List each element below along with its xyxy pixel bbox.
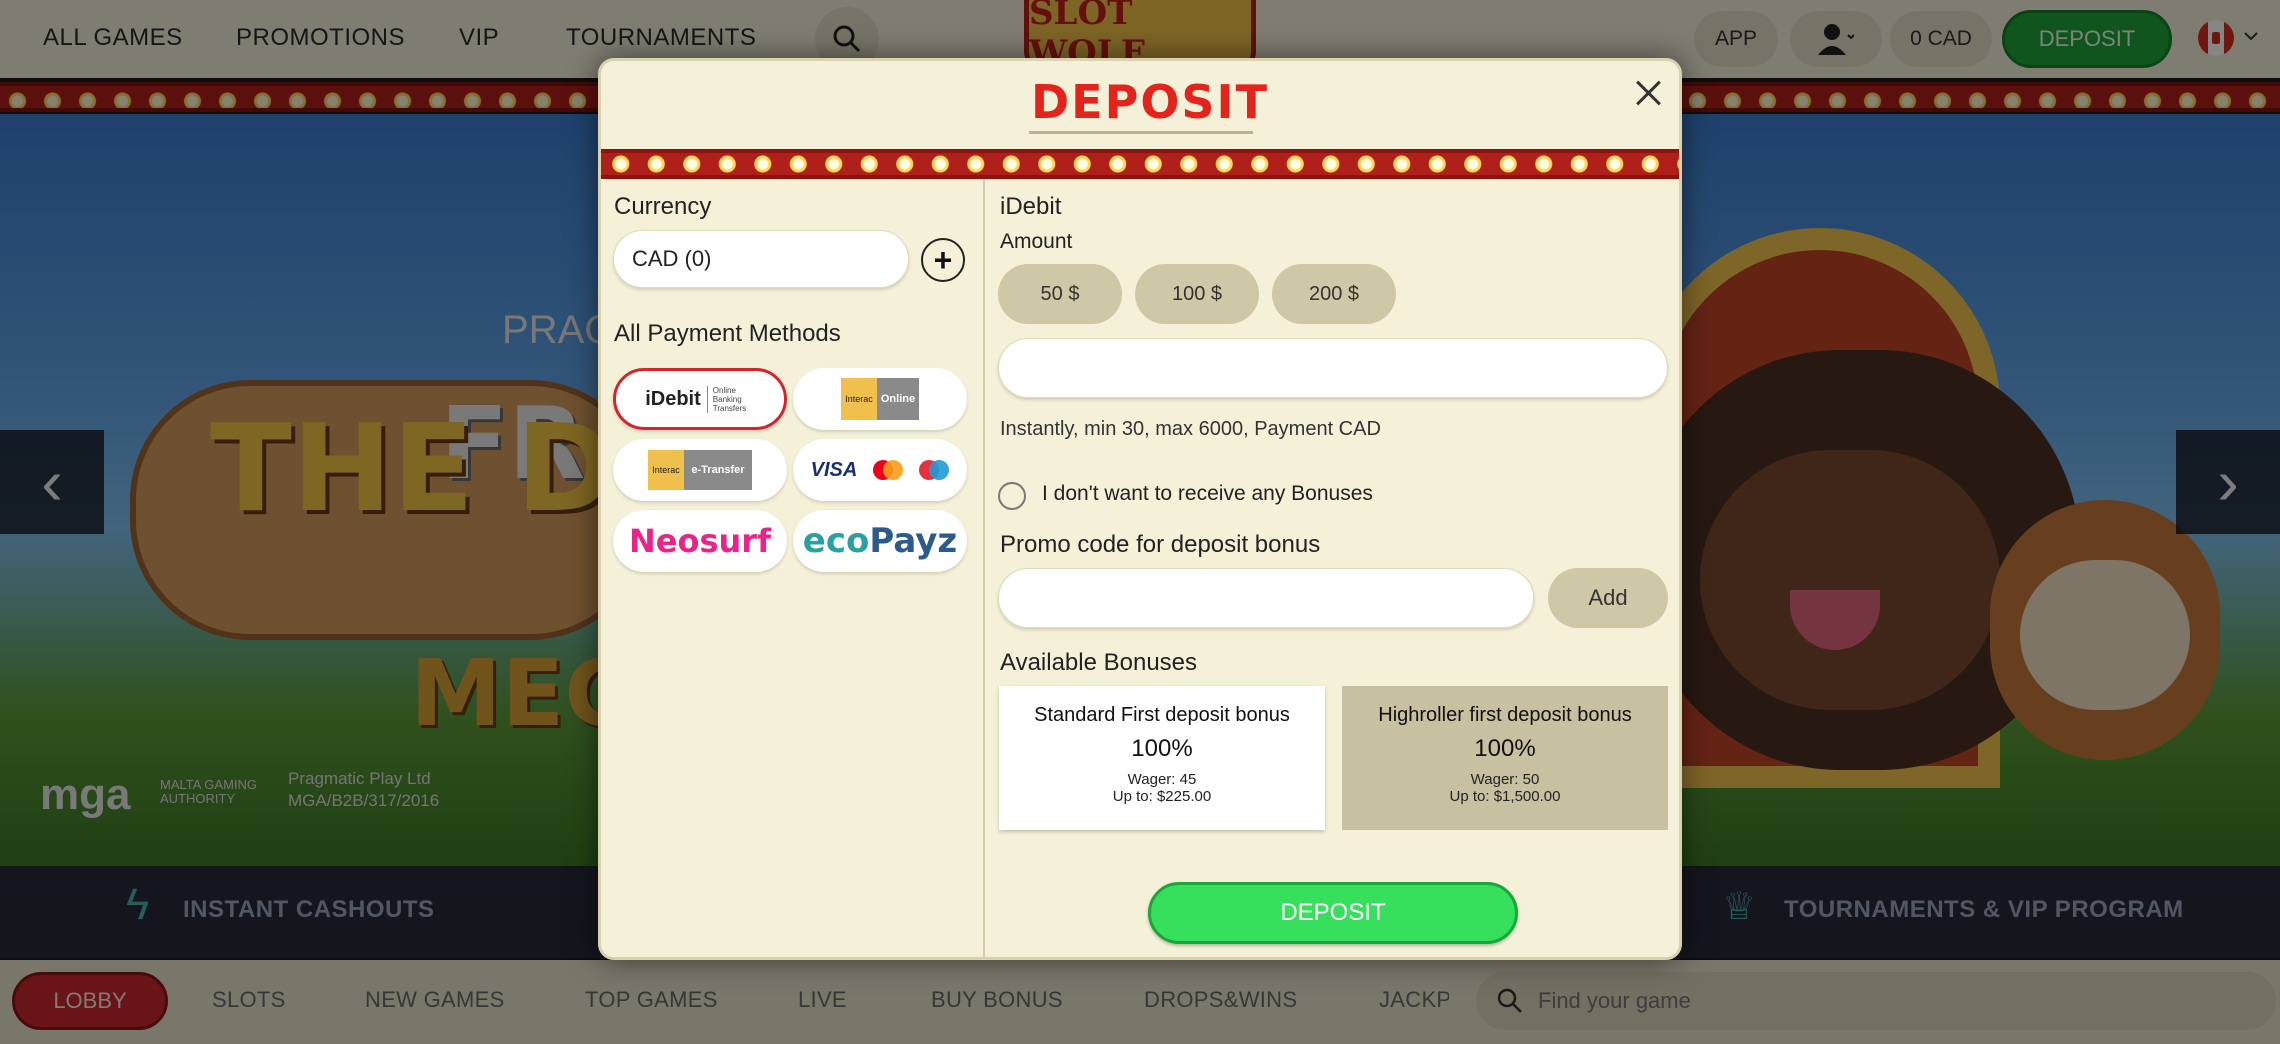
interac-etransfer-logo: Interac e-Transfer	[648, 450, 752, 490]
payment-method-neosurf[interactable]: Neosurf	[613, 510, 787, 572]
deposit-submit-button[interactable]: DEPOSIT	[1148, 882, 1518, 944]
payment-info-text: Instantly, min 30, max 6000, Payment CAD	[1000, 418, 1381, 440]
payment-method-cards[interactable]: VISA	[793, 439, 967, 501]
ecopayz-logo: ecoPayz	[802, 521, 958, 561]
no-bonus-label[interactable]: I don't want to receive any Bonuses	[1042, 482, 1373, 506]
payment-method-ecopayz[interactable]: ecoPayz	[793, 510, 967, 572]
bonus-name: Highroller first deposit bonus	[1378, 704, 1632, 726]
title-underline	[1029, 131, 1253, 134]
payment-method-interac-etransfer[interactable]: Interac e-Transfer	[613, 439, 787, 501]
interac-online-logo: Interac Online	[841, 378, 919, 420]
visa-logo: VISA	[810, 458, 858, 481]
payment-method-interac-online[interactable]: Interac Online	[793, 368, 967, 430]
bonus-card-highroller[interactable]: Highroller first deposit bonus 100% Wage…	[1342, 686, 1668, 830]
modal-title: DEPOSIT	[1031, 75, 1270, 129]
idebit-tagline: Online Banking Transfers	[706, 385, 755, 413]
bonus-percent: 100%	[1131, 735, 1193, 762]
bonus-name: Standard First deposit bonus	[1034, 704, 1290, 726]
currency-select[interactable]: CAD (0)	[613, 230, 909, 288]
add-currency-button[interactable]: +	[921, 238, 965, 282]
close-icon[interactable]	[1631, 77, 1665, 111]
payment-method-idebit[interactable]: iDebit Online Banking Transfers	[613, 368, 787, 430]
available-bonuses-label: Available Bonuses	[1000, 649, 1198, 676]
amount-preset-100[interactable]: 100 $	[1135, 264, 1259, 324]
modal-header: DEPOSIT	[601, 61, 1679, 149]
bonus-max: Up to: $225.00	[1112, 788, 1212, 805]
selected-method-name: iDebit	[1000, 193, 1062, 220]
idebit-logo: iDebit	[645, 387, 701, 410]
currency-label: Currency	[614, 193, 712, 220]
bonus-max: Up to: $1,500.00	[1449, 788, 1561, 805]
modal-marquee-lights	[601, 149, 1679, 179]
neosurf-logo: Neosurf	[629, 522, 771, 560]
promo-code-input[interactable]	[998, 568, 1534, 628]
no-bonus-radio[interactable]	[998, 482, 1026, 510]
bonus-card-standard[interactable]: Standard First deposit bonus 100% Wager:…	[999, 686, 1325, 830]
add-promo-button[interactable]: Add	[1548, 568, 1668, 628]
bonus-wager: Wager: 50	[1470, 771, 1540, 788]
maestro-icon	[919, 460, 950, 480]
amount-label: Amount	[1000, 230, 1073, 253]
bonus-percent: 100%	[1474, 735, 1536, 762]
plus-icon: +	[933, 242, 953, 278]
amount-preset-200[interactable]: 200 $	[1272, 264, 1396, 324]
bonus-wager: Wager: 45	[1127, 771, 1197, 788]
payment-methods-label: All Payment Methods	[614, 320, 841, 347]
promo-code-label: Promo code for deposit bonus	[1000, 531, 1321, 558]
amount-preset-50[interactable]: 50 $	[998, 264, 1122, 324]
amount-input[interactable]	[998, 338, 1668, 398]
mastercard-icon	[873, 460, 904, 480]
